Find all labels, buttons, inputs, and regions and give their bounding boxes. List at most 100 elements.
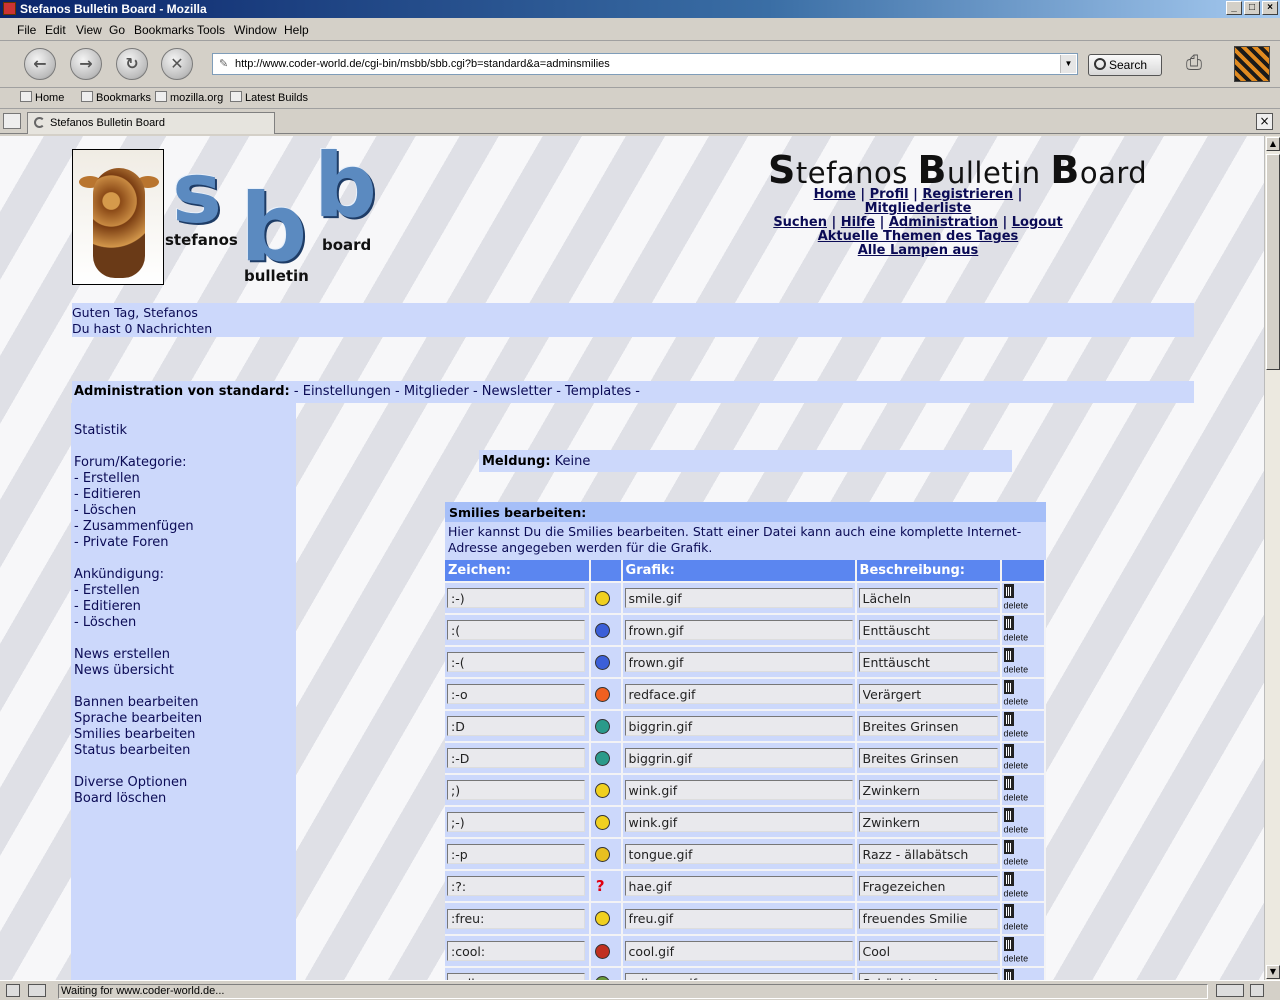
close-tab-icon[interactable]: × [1256,113,1273,130]
sidebar-board-loeschen[interactable]: Board löschen [74,791,296,807]
nav-registrieren[interactable]: Registrieren [922,187,1013,202]
smilie-description-input[interactable] [858,941,998,961]
sidebar-ank-loeschen[interactable]: - Löschen [74,615,296,631]
smilie-file-input[interactable] [624,716,853,736]
scroll-down-icon[interactable]: ▼ [1266,965,1280,979]
delete-button[interactable]: delete [1000,613,1047,646]
nav-aktuelle-themen[interactable]: Aktuelle Themen des Tages [818,229,1019,244]
smilie-file-input[interactable] [624,780,853,800]
nav-suchen[interactable]: Suchen [773,215,827,230]
smilie-file-input[interactable] [624,812,853,832]
sidebar-smilies[interactable]: Smilies bearbeiten [74,727,296,743]
smilie-file-input[interactable] [624,941,853,961]
component-bar-icon[interactable] [28,984,46,997]
nav-administration[interactable]: Administration [889,215,998,230]
delete-button[interactable]: delete [1000,581,1047,614]
menu-edit[interactable]: Edit [45,23,66,37]
back-button[interactable]: ← [24,48,56,80]
search-button[interactable]: Search [1088,54,1162,76]
menu-tools[interactable]: Tools [197,23,225,37]
bookmark-mozilla[interactable]: mozilla.org [155,91,223,104]
smilie-description-input[interactable] [858,844,998,864]
menu-go[interactable]: Go [109,23,125,37]
menu-help[interactable]: Help [284,23,309,37]
address-bar[interactable]: ✎ ▼ [212,53,1078,75]
smilie-code-input[interactable] [447,812,585,832]
delete-button[interactable]: delete [1000,773,1047,806]
vertical-scrollbar[interactable]: ▲ ▼ [1264,136,1280,980]
admin-newsletter-link[interactable]: Newsletter [482,384,552,399]
nav-logout[interactable]: Logout [1012,215,1063,230]
print-icon[interactable]: ⎙ [1186,50,1214,74]
delete-button[interactable]: delete [1000,934,1047,967]
smilie-file-input[interactable] [624,876,853,896]
smilie-file-input[interactable] [624,620,853,640]
bookmark-bookmarks[interactable]: Bookmarks [81,91,151,104]
smilie-code-input[interactable] [447,973,585,980]
menu-file[interactable]: File [17,23,36,37]
forward-button[interactable]: → [70,48,102,80]
smilie-file-input[interactable] [624,844,853,864]
sidebar-bannen[interactable]: Bannen bearbeiten [74,695,296,711]
delete-button[interactable]: delete [1000,837,1047,870]
smilie-code-input[interactable] [447,844,585,864]
menu-bookmarks[interactable]: Bookmarks [134,23,194,37]
sidebar-ank-editieren[interactable]: - Editieren [74,599,296,615]
stop-button[interactable]: ✕ [161,48,193,80]
sidebar-forum-erstellen[interactable]: - Erstellen [74,471,296,487]
smilie-code-input[interactable] [447,620,585,640]
smilie-code-input[interactable] [447,876,585,896]
smilie-code-input[interactable] [447,684,585,704]
smilie-description-input[interactable] [858,620,998,640]
smilie-description-input[interactable] [858,812,998,832]
minimize-button[interactable]: _ [1226,1,1242,15]
sidebar-forum-loeschen[interactable]: - Löschen [74,503,296,519]
smilie-code-input[interactable] [447,748,585,768]
delete-button[interactable]: delete [1000,645,1047,678]
smilie-description-input[interactable] [858,716,998,736]
admin-einstellungen-link[interactable]: Einstellungen [303,384,391,399]
sidebar-sprache[interactable]: Sprache bearbeiten [74,711,296,727]
delete-button[interactable]: delete [1000,741,1047,774]
nav-mitgliederliste[interactable]: Mitgliederliste [865,201,972,216]
sidebar-statistik[interactable]: Statistik [74,423,296,439]
smilie-code-input[interactable] [447,652,585,672]
sidebar-forum-zusammenfuegen[interactable]: - Zusammenfügen [74,519,296,535]
sidebar-status[interactable]: Status bearbeiten [74,743,296,759]
smilie-code-input[interactable] [447,716,585,736]
delete-button[interactable]: delete [1000,709,1047,742]
sidebar-news-uebersicht[interactable]: News übersicht [74,663,296,679]
smilie-description-input[interactable] [858,973,998,980]
scrollbar-thumb[interactable] [1266,154,1280,370]
new-tab-icon[interactable] [3,113,21,129]
sidebar-news-erstellen[interactable]: News erstellen [74,647,296,663]
sidebar-ank-erstellen[interactable]: - Erstellen [74,583,296,599]
tab-stefanos-bulletin-board[interactable]: Stefanos Bulletin Board [27,112,275,134]
smilie-description-input[interactable] [858,876,998,896]
nav-home[interactable]: Home [814,187,856,202]
nav-hilfe[interactable]: Hilfe [841,215,875,230]
delete-button[interactable]: delete [1000,869,1047,902]
delete-button[interactable]: delete [1000,677,1047,710]
menu-window[interactable]: Window [234,23,277,37]
smilie-file-input[interactable] [624,684,853,704]
delete-button[interactable]: delete [1000,805,1047,838]
sidebar-diverse-optionen[interactable]: Diverse Optionen [74,775,296,791]
smilie-file-input[interactable] [624,652,853,672]
delete-button[interactable]: delete [1000,966,1047,980]
reload-button[interactable]: ↻ [116,48,148,80]
smilie-code-input[interactable] [447,588,585,608]
smilie-code-input[interactable] [447,941,585,961]
url-dropdown-icon[interactable]: ▼ [1060,55,1076,73]
nav-profil[interactable]: Profil [870,187,909,202]
nav-alle-lampen-aus[interactable]: Alle Lampen aus [858,243,979,258]
sidebar-forum-private[interactable]: - Private Foren [74,535,296,551]
admin-templates-link[interactable]: Templates [565,384,631,399]
offline-icon[interactable] [6,984,20,997]
smilie-file-input[interactable] [624,588,853,608]
bookmark-home[interactable]: Home [20,91,64,104]
smilie-file-input[interactable] [624,908,853,929]
smilie-description-input[interactable] [858,780,998,800]
smilie-description-input[interactable] [858,748,998,768]
smilie-description-input[interactable] [858,908,998,929]
